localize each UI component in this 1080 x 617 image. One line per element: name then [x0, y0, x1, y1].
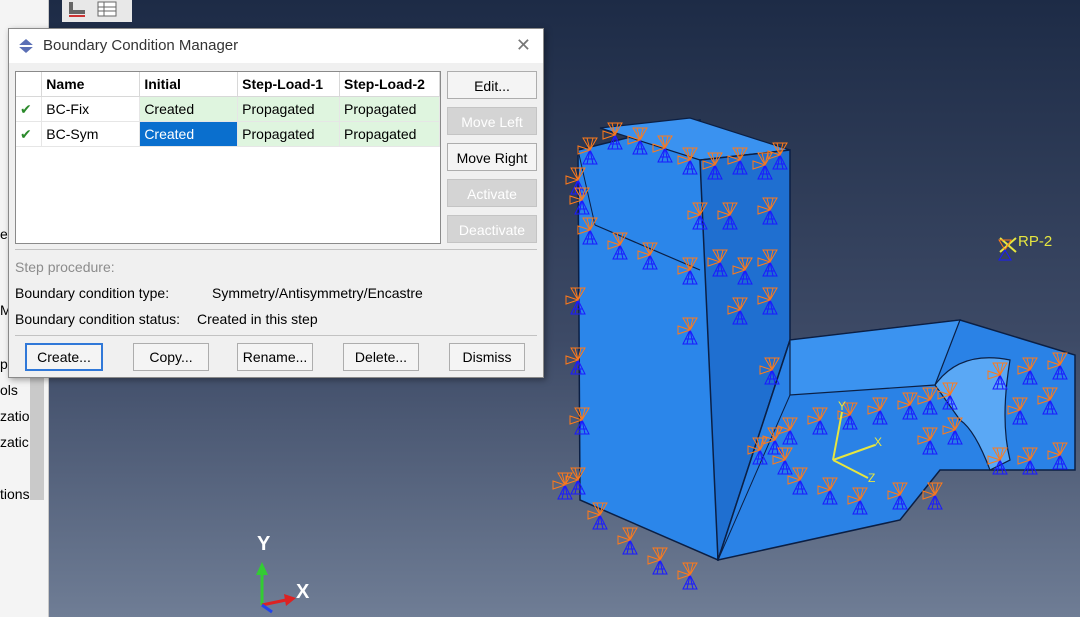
move-right-button[interactable]: Move Right	[447, 143, 537, 171]
edit-button[interactable]: Edit...	[447, 71, 537, 99]
checkmark-icon[interactable]: ✔	[16, 96, 43, 122]
step-procedure-label: Step procedure:	[15, 259, 115, 275]
header-step-load-1[interactable]: Step-Load-1	[237, 72, 340, 97]
bc-marker	[552, 472, 573, 500]
abaqus-icon	[18, 39, 34, 53]
global-y-label: Y	[257, 533, 271, 555]
bc-type-label: Boundary condition type:	[15, 285, 170, 301]
local-z-label: Z	[868, 471, 875, 485]
part-base-step	[789, 319, 961, 396]
tree-fragment[interactable]: tions	[0, 486, 30, 502]
global-triad	[256, 562, 296, 614]
table-header-row: Name Initial Step-Load-1 Step-Load-2	[16, 72, 440, 97]
divider	[15, 249, 537, 250]
header-step-load-2[interactable]: Step-Load-2	[339, 72, 440, 97]
reference-point-label: RP-2	[1018, 233, 1052, 250]
local-x-label: X	[874, 435, 882, 449]
row-step-load-2[interactable]: Propagated	[339, 121, 440, 147]
dialog-titlebar[interactable]: Boundary Condition Manager ✕	[9, 29, 543, 63]
dismiss-button[interactable]: Dismiss	[449, 343, 525, 371]
bc-status-value: Created in this step	[197, 311, 318, 327]
reference-point-marker	[998, 237, 1017, 261]
table-tool-icon[interactable]	[96, 0, 118, 18]
row-name[interactable]: BC-Fix	[41, 96, 141, 122]
bc-type-value: Symmetry/Antisymmetry/Encastre	[212, 285, 423, 301]
rename-button[interactable]: Rename...	[237, 343, 313, 371]
bc-marker	[647, 547, 668, 575]
tree-fragment[interactable]: zatic	[0, 434, 30, 450]
row-name[interactable]: BC-Sym	[41, 121, 141, 147]
checkmark-icon[interactable]: ✔	[16, 121, 43, 147]
toolbar-fragment	[62, 0, 132, 22]
deactivate-button[interactable]: Deactivate	[447, 215, 537, 243]
copy-button[interactable]: Copy...	[133, 343, 209, 371]
bc-marker	[617, 527, 638, 555]
tree-fragment[interactable]: zatio	[0, 408, 30, 424]
table-row[interactable]: ✔ BC-Sym Created Propagated Propagated	[16, 121, 440, 147]
header-initial[interactable]: Initial	[139, 72, 239, 97]
move-left-button[interactable]: Move Left	[447, 107, 537, 135]
row-initial-selected[interactable]: Created	[139, 121, 239, 147]
header-name[interactable]: Name	[41, 72, 141, 97]
row-step-load-2[interactable]: Propagated	[339, 96, 440, 122]
close-icon[interactable]: ✕	[516, 35, 531, 56]
global-x-label: X	[296, 581, 310, 603]
local-y-label: Y	[838, 399, 846, 413]
row-initial[interactable]: Created	[139, 96, 239, 122]
row-step-load-1[interactable]: Propagated	[237, 96, 340, 122]
header-check	[16, 72, 43, 97]
delete-button[interactable]: Delete...	[343, 343, 419, 371]
row-step-load-1[interactable]: Propagated	[237, 121, 340, 147]
bc-marker	[587, 502, 608, 530]
create-button[interactable]: Create...	[25, 343, 103, 371]
table-row[interactable]: ✔ BC-Fix Created Propagated Propagated	[16, 96, 440, 122]
bc-table: Name Initial Step-Load-1 Step-Load-2 ✔ B…	[15, 71, 441, 244]
bc-marker	[677, 562, 698, 590]
tree-fragment[interactable]: ols	[0, 382, 30, 398]
part-front-upright	[577, 119, 719, 562]
bc-status-label: Boundary condition status:	[15, 311, 180, 327]
boundary-condition-manager-dialog: Boundary Condition Manager ✕ Name Initia…	[8, 28, 544, 378]
activate-button[interactable]: Activate	[447, 179, 537, 207]
dialog-title: Boundary Condition Manager	[43, 37, 239, 54]
part-tool-icon[interactable]	[66, 0, 88, 18]
divider	[15, 335, 537, 336]
